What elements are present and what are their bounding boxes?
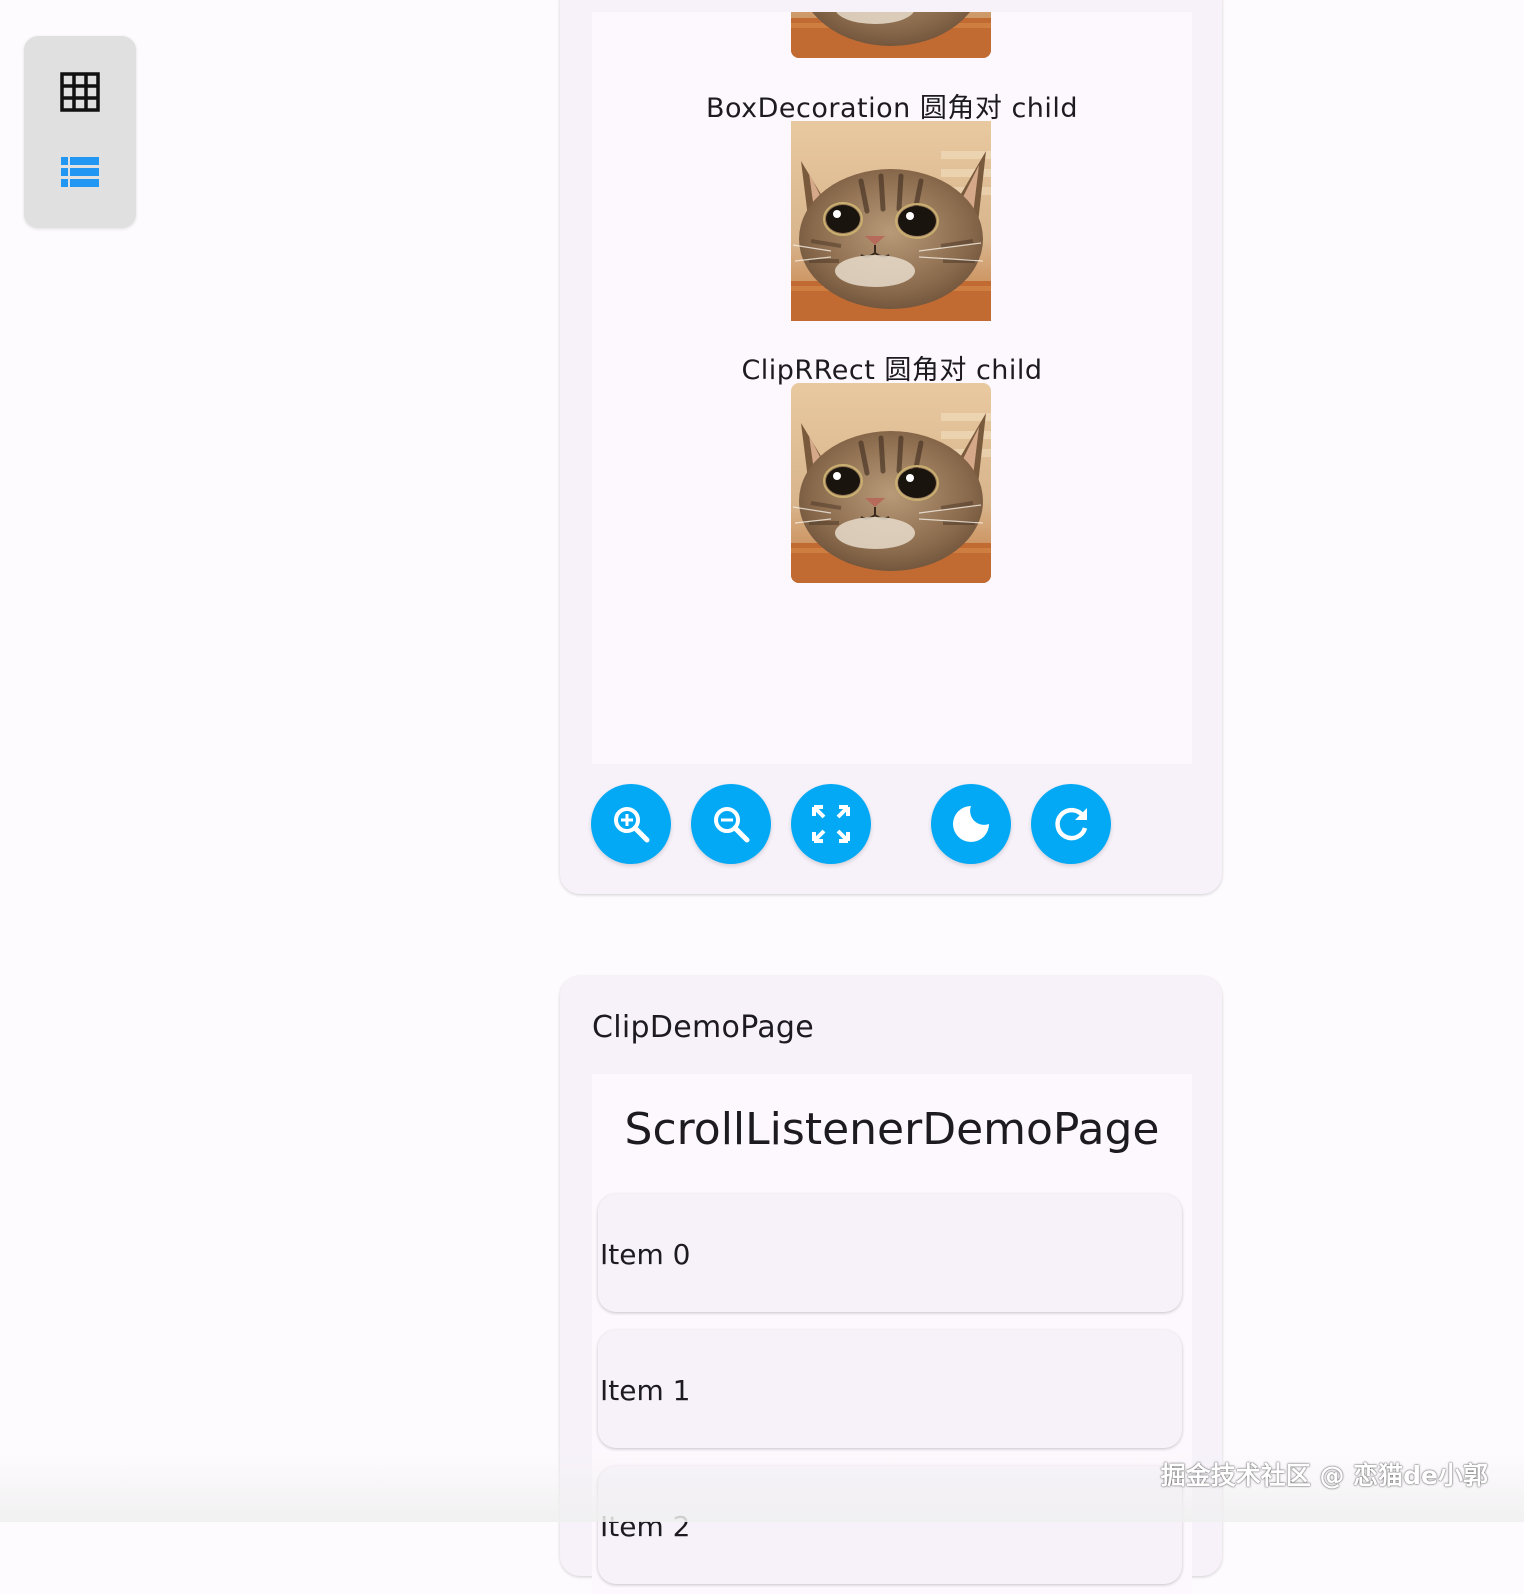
- grid-view-button[interactable]: [60, 72, 100, 112]
- preview-viewport[interactable]: BoxDecoration 圆角对 child ClipRRect 圆角对 ch…: [592, 12, 1192, 764]
- view-mode-toggle: [24, 36, 136, 228]
- cat-image: [791, 12, 991, 58]
- inner-page-title: ScrollListenerDemoPage: [624, 1104, 1160, 1155]
- fullscreen-button[interactable]: [791, 784, 871, 864]
- list-item-label: Item 2: [600, 1510, 691, 1543]
- dark-mode-icon: [953, 806, 989, 842]
- zoom-out-icon: [714, 807, 750, 843]
- grid-view-icon: [60, 72, 100, 112]
- list-item[interactable]: Item 1: [598, 1330, 1182, 1448]
- zoom-in-button[interactable]: [591, 784, 671, 864]
- list-item[interactable]: Item 0: [598, 1194, 1182, 1312]
- zoom-in-icon: [614, 807, 650, 843]
- boxdecoration-caption: BoxDecoration 圆角对 child: [705, 93, 1079, 124]
- list-item-label: Item 1: [600, 1374, 691, 1407]
- list-view-button[interactable]: [60, 152, 100, 192]
- demo-card: ClipDemoPage ScrollListenerDemoPage Item…: [560, 976, 1222, 1594]
- dark-mode-button[interactable]: [931, 784, 1011, 864]
- fullscreen-icon: [812, 805, 850, 843]
- list-item-label: Item 0: [600, 1238, 691, 1271]
- cat-image-cliprrect: [791, 383, 991, 583]
- watermark: 掘金技术社区 @ 恋猫de小郭: [1160, 1461, 1488, 1490]
- refresh-button[interactable]: [1031, 784, 1111, 864]
- refresh-icon: [1055, 807, 1088, 841]
- zoom-out-button[interactable]: [691, 784, 771, 864]
- list-view-icon: [61, 157, 99, 187]
- list-item[interactable]: Item 2: [598, 1466, 1182, 1584]
- cat-image-boxdecoration: [791, 121, 991, 321]
- scroll-demo-panel[interactable]: ScrollListenerDemoPage Item 0 Item 1 Ite…: [592, 1074, 1192, 1594]
- cliprrect-caption: ClipRRect 圆角对 child: [741, 355, 1043, 386]
- preview-card: BoxDecoration 圆角对 child ClipRRect 圆角对 ch…: [560, 0, 1222, 894]
- page-title: ClipDemoPage: [592, 1010, 815, 1045]
